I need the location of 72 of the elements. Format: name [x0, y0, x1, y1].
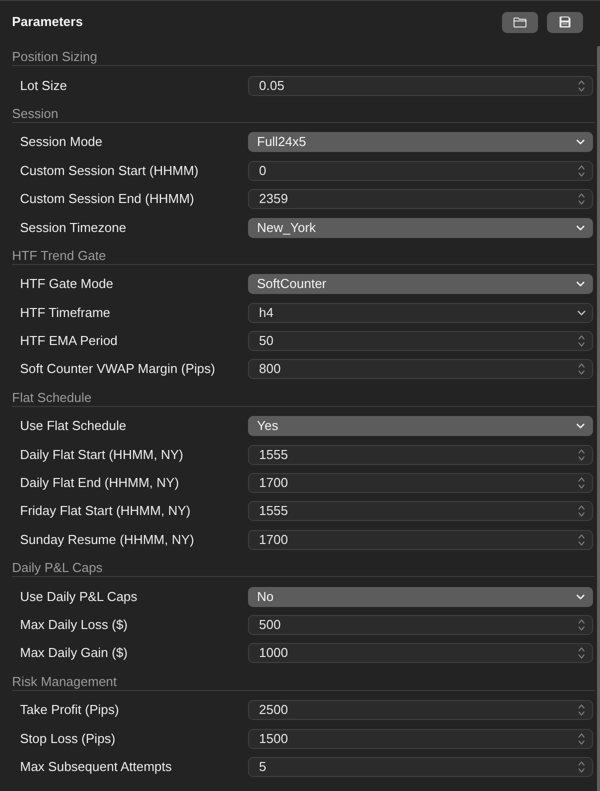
- parameter-label: Stop Loss (Pips): [20, 730, 116, 747]
- dropdown-field[interactable]: h4: [248, 302, 593, 323]
- dropdown[interactable]: Full24x5: [248, 132, 593, 152]
- chevron-down-icon: [576, 423, 585, 430]
- stepper-icon: [578, 477, 585, 490]
- section-title: HTF Trend Gate: [12, 248, 106, 264]
- parameter-label: Use Flat Schedule: [20, 418, 128, 434]
- folder-button[interactable]: [502, 12, 538, 32]
- stepper-icon: [578, 647, 585, 660]
- number-field[interactable]: 2500: [248, 700, 593, 720]
- number-field[interactable]: 1555: [248, 501, 593, 522]
- number-field[interactable]: 2359: [248, 189, 593, 210]
- stepper-icon: [578, 505, 585, 518]
- parameter-label: Use Daily P&L Caps: [20, 588, 138, 605]
- section-title: Position Sizing: [12, 49, 98, 65]
- chevron-down-icon: [576, 139, 585, 146]
- stepper-icon: [578, 534, 585, 546]
- number-field[interactable]: 1700: [248, 473, 593, 494]
- parameter-label: HTF Gate Mode: [20, 276, 114, 292]
- dropdown[interactable]: New_York: [248, 218, 593, 238]
- parameter-label: Max Daily Gain ($): [20, 645, 129, 662]
- parameter-label: HTF EMA Period: [20, 333, 119, 350]
- number-field[interactable]: 5: [248, 756, 593, 777]
- stepper-icon: [578, 619, 585, 631]
- parameter-label: Custom Session Start (HHMM): [20, 162, 200, 179]
- parameter-label: Friday Flat Start (HHMM, NY): [20, 503, 192, 520]
- number-field[interactable]: 0.05: [248, 76, 593, 96]
- parameter-label: Max Daily Loss ($): [20, 617, 129, 633]
- section-title: Daily P&L Caps: [12, 560, 103, 576]
- number-field[interactable]: 1555: [248, 444, 593, 465]
- chevron-down-icon: [576, 281, 585, 288]
- parameter-label: Session Mode: [20, 134, 104, 150]
- parameter-label: Sunday Resume (HHMM, NY): [20, 532, 196, 548]
- stepper-icon: [578, 448, 585, 461]
- stepper-icon: [578, 363, 585, 376]
- parameter-label: HTF Timeframe: [20, 304, 112, 321]
- stepper-icon: [578, 760, 585, 773]
- parameter-label: Custom Session End (HHMM): [20, 191, 196, 208]
- stepper-icon: [578, 164, 585, 177]
- parameter-label: Max Subsequent Attempts: [20, 758, 173, 775]
- number-field[interactable]: 1000: [248, 643, 593, 664]
- section-title: Session: [12, 106, 58, 122]
- stepper-icon: [578, 80, 585, 92]
- save-button[interactable]: [547, 12, 583, 32]
- chevron-down-icon: [577, 310, 586, 316]
- folder-icon: [513, 16, 527, 28]
- chevron-down-icon: [576, 224, 585, 231]
- number-field[interactable]: 1700: [248, 530, 593, 550]
- parameter-label: Daily Flat Start (HHMM, NY): [20, 446, 184, 463]
- parameter-label: Soft Counter VWAP Margin (Pips): [20, 361, 216, 378]
- save-icon: [559, 16, 571, 28]
- dropdown[interactable]: Yes: [248, 416, 593, 436]
- parameter-label: Session Timezone: [20, 220, 128, 236]
- stepper-icon: [578, 335, 585, 348]
- stepper-icon: [578, 732, 585, 745]
- number-field[interactable]: 1500: [248, 728, 593, 749]
- number-field[interactable]: 500: [248, 615, 593, 635]
- chevron-down-icon: [576, 594, 585, 600]
- number-field[interactable]: 800: [248, 359, 593, 380]
- section-title: Flat Schedule: [12, 390, 92, 406]
- number-field[interactable]: 0: [248, 160, 593, 181]
- parameter-label: Daily Flat End (HHMM, NY): [20, 475, 180, 492]
- stepper-icon: [578, 704, 585, 716]
- dropdown[interactable]: No: [248, 586, 593, 607]
- scrollbar[interactable]: [597, 46, 600, 791]
- dropdown[interactable]: SoftCounter: [248, 274, 593, 294]
- section-title: Risk Management: [12, 674, 117, 690]
- number-field[interactable]: 50: [248, 331, 593, 352]
- parameter-label: Lot Size: [20, 78, 68, 94]
- stepper-icon: [578, 193, 585, 206]
- panel-title: Parameters: [12, 14, 83, 30]
- parameter-label: Take Profit (Pips): [20, 702, 120, 718]
